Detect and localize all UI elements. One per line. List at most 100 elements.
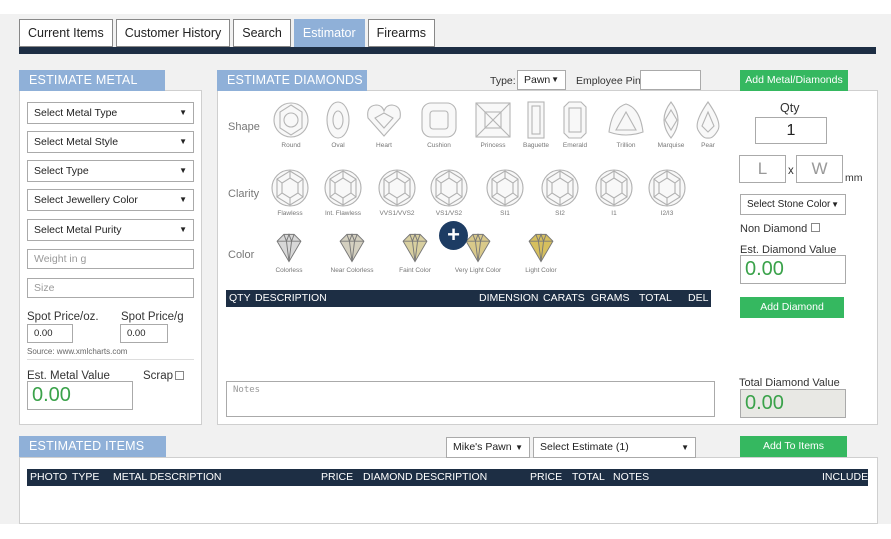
- clarity-caption: VVS1/VVS2: [379, 210, 415, 217]
- clarity-option-i1[interactable]: I1: [589, 168, 639, 217]
- col-grams: GRAMS: [591, 292, 630, 304]
- col-include: INCLUDE: [822, 471, 869, 483]
- col-photo: PHOTO: [30, 471, 68, 483]
- shape-option-pear[interactable]: Pear: [686, 100, 730, 149]
- col-carats: CARATS: [543, 292, 585, 304]
- type-dropdown[interactable]: Pawn ▼: [517, 70, 566, 90]
- source-note: Source: www.xmlcharts.com: [27, 347, 128, 356]
- clarity-option-flawless[interactable]: Flawless: [265, 168, 315, 217]
- tab-customer-history[interactable]: Customer History: [115, 19, 231, 47]
- store-select-value: Mike's Pawn: [453, 441, 512, 453]
- shape-option-trillion[interactable]: Trillion: [604, 100, 648, 149]
- estimated-items-panel: [19, 457, 878, 524]
- add-diamond-button[interactable]: Add Diamond: [740, 297, 844, 318]
- size-input[interactable]: Size: [27, 278, 194, 298]
- color-caption: Colorless: [275, 267, 303, 274]
- jewellery-color-select[interactable]: Select Jewellery Color ▼: [27, 189, 194, 211]
- clarity-diamond-icon: [378, 169, 416, 207]
- metal-type-select[interactable]: Select Metal Type ▼: [27, 102, 194, 124]
- add-metal-diamonds-button[interactable]: Add Metal/Diamonds: [740, 70, 848, 91]
- shape-option-cushion[interactable]: Cushion: [417, 100, 461, 149]
- mm-label: mm: [845, 172, 863, 184]
- tab-underline-bar: [19, 47, 876, 54]
- chevron-down-icon: ▼: [179, 166, 187, 175]
- shape-option-princess[interactable]: Princess: [471, 100, 515, 149]
- spot-price-g-input[interactable]: 0.00: [120, 324, 168, 343]
- metal-purity-select[interactable]: Select Metal Purity ▼: [27, 219, 194, 241]
- tab-estimator[interactable]: Estimator: [293, 19, 365, 47]
- store-select[interactable]: Mike's Pawn ▼: [446, 437, 530, 458]
- employee-pin-label: Employee Pin:: [576, 75, 644, 87]
- color-option-near-colorless[interactable]: Near Colorless: [322, 231, 382, 274]
- jewellery-color-select-value: Select Jewellery Color: [34, 194, 138, 206]
- clarity-option-si2[interactable]: SI2: [535, 168, 585, 217]
- stone-color-select-value: Select Stone Color: [747, 199, 831, 210]
- shape-option-heart[interactable]: Heart: [362, 100, 406, 149]
- tab-current-items[interactable]: Current Items: [19, 19, 113, 47]
- spot-price-g-label: Spot Price/g: [121, 311, 184, 323]
- add-to-items-button[interactable]: Add To Items: [740, 436, 847, 457]
- estimate-diamonds-title: ESTIMATE DIAMONDS: [217, 70, 367, 91]
- clarity-diamond-icon: [486, 169, 524, 207]
- clarity-option-int-flawless[interactable]: Int. Flawless: [318, 168, 368, 217]
- color-diamond-icon: [528, 233, 554, 263]
- scrap-label: Scrap: [143, 370, 174, 382]
- metal-style-select[interactable]: Select Metal Style ▼: [27, 131, 194, 153]
- scrap-checkbox[interactable]: [175, 371, 184, 380]
- type-dropdown-value: Pawn: [524, 74, 551, 86]
- spot-price-oz-input[interactable]: 0.00: [27, 324, 73, 343]
- tab-firearms[interactable]: Firearms: [367, 19, 435, 47]
- clarity-option-vs1-vs2[interactable]: VS1/VS2: [424, 168, 474, 217]
- length-input[interactable]: L: [739, 155, 786, 183]
- shape-caption: Princess: [480, 142, 506, 149]
- qty-input[interactable]: 1: [755, 117, 827, 144]
- chevron-down-icon: ▼: [831, 200, 839, 209]
- type-select[interactable]: Select Type ▼: [27, 160, 194, 182]
- pear-shape-icon: [696, 101, 720, 139]
- non-diamond-checkbox[interactable]: [811, 223, 820, 232]
- clarity-option-vvs1-vvs2[interactable]: VVS1/VVS2: [372, 168, 422, 217]
- color-option-faint-color[interactable]: Faint Color: [385, 231, 445, 274]
- shape-caption: Cushion: [427, 142, 451, 149]
- shape-option-emerald[interactable]: Emerald: [553, 100, 597, 149]
- clarity-caption: SI1: [500, 210, 510, 217]
- shape-caption: Round: [281, 142, 301, 149]
- tab-search[interactable]: Search: [233, 19, 291, 47]
- col-notes: NOTES: [613, 471, 650, 483]
- stone-color-select[interactable]: Select Stone Color ▼: [740, 194, 846, 215]
- oval-shape-icon: [326, 101, 350, 139]
- round-shape-icon: [273, 102, 309, 138]
- add-plus-icon[interactable]: +: [439, 221, 468, 250]
- chevron-down-icon: ▼: [515, 443, 523, 452]
- shape-option-round[interactable]: Round: [269, 100, 313, 149]
- shape-caption: Oval: [331, 142, 345, 149]
- baguette-shape-icon: [527, 101, 545, 139]
- width-input[interactable]: W: [796, 155, 843, 183]
- est-diamond-value: 0.00: [740, 255, 846, 284]
- col-metal-price: PRICE: [321, 471, 354, 483]
- metal-purity-select-value: Select Metal Purity: [34, 224, 122, 236]
- divider: [27, 359, 194, 360]
- employee-pin-input[interactable]: [640, 70, 701, 90]
- color-option-light-color[interactable]: Light Color: [511, 231, 571, 274]
- estimate-select[interactable]: Select Estimate (1) ▼: [533, 437, 696, 458]
- clarity-caption: Int. Flawless: [324, 210, 362, 217]
- clarity-diamond-icon: [324, 169, 362, 207]
- type-select-value: Select Type: [34, 165, 89, 177]
- col-total: TOTAL: [639, 292, 672, 304]
- clarity-option-si1[interactable]: SI1: [480, 168, 530, 217]
- clarity-label: Clarity: [228, 188, 260, 200]
- emerald-shape-icon: [563, 101, 587, 139]
- notes-textarea[interactable]: Notes: [226, 381, 715, 417]
- color-diamond-icon: [402, 233, 428, 263]
- clarity-option-i2-i3[interactable]: I2/I3: [642, 168, 692, 217]
- clarity-caption: VS1/VS2: [435, 210, 463, 217]
- weight-input[interactable]: Weight in g: [27, 249, 194, 269]
- color-diamond-icon: [276, 233, 302, 263]
- shape-option-oval[interactable]: Oval: [316, 100, 360, 149]
- color-option-colorless[interactable]: Colorless: [259, 231, 319, 274]
- qty-label: Qty: [780, 101, 800, 115]
- col-total: TOTAL: [572, 471, 605, 483]
- estimated-items-table-header: PHOTO TYPE METAL DESCRIPTION PRICE DIAMO…: [27, 469, 868, 486]
- shape-option-baguette[interactable]: Baguette: [514, 100, 558, 149]
